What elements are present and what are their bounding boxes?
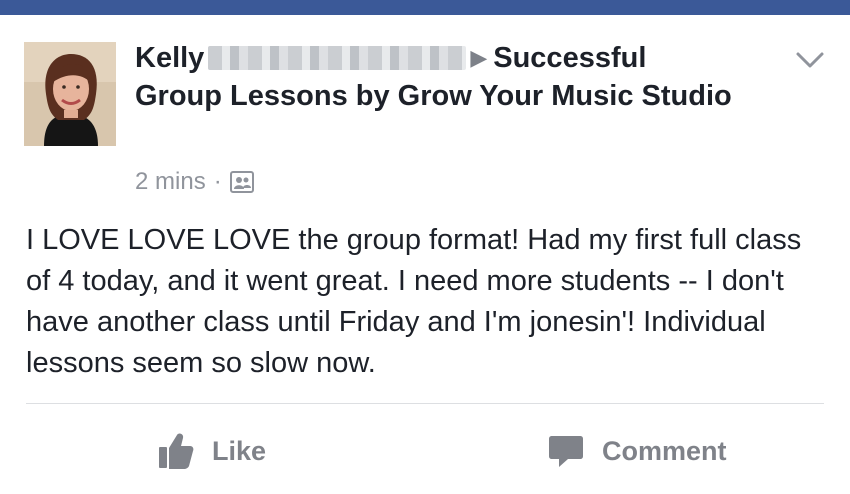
feed-post: Kelly ▶ Successful Group Lessons by Grow Y… [0,15,850,494]
thumbs-up-icon [159,433,194,469]
post-actions: Like Comment [0,427,850,477]
comment-icon [549,436,583,467]
avatar[interactable] [24,42,116,146]
like-button[interactable]: Like [158,427,266,475]
chevron-down-icon[interactable] [794,49,826,71]
comment-label: Comment [602,435,727,466]
redacted-name [208,46,467,70]
group-audience-icon[interactable] [229,171,254,193]
divider [26,403,824,404]
author-name[interactable]: Kelly [135,42,204,74]
like-label: Like [212,435,267,466]
comment-button[interactable]: Comment [548,427,727,475]
avatar-photo [24,42,116,146]
post-meta: 2 mins · [135,168,254,196]
timestamp[interactable]: 2 mins [135,168,206,196]
post-body: I LOVE LOVE LOVE the group format! Had m… [26,224,802,379]
top-navigation-bar [0,0,850,15]
meta-separator: · [213,168,222,195]
post-header: Kelly ▶ Successful Group Lessons by Grow Y… [135,39,735,115]
arrow-icon: ▶ [470,45,488,70]
